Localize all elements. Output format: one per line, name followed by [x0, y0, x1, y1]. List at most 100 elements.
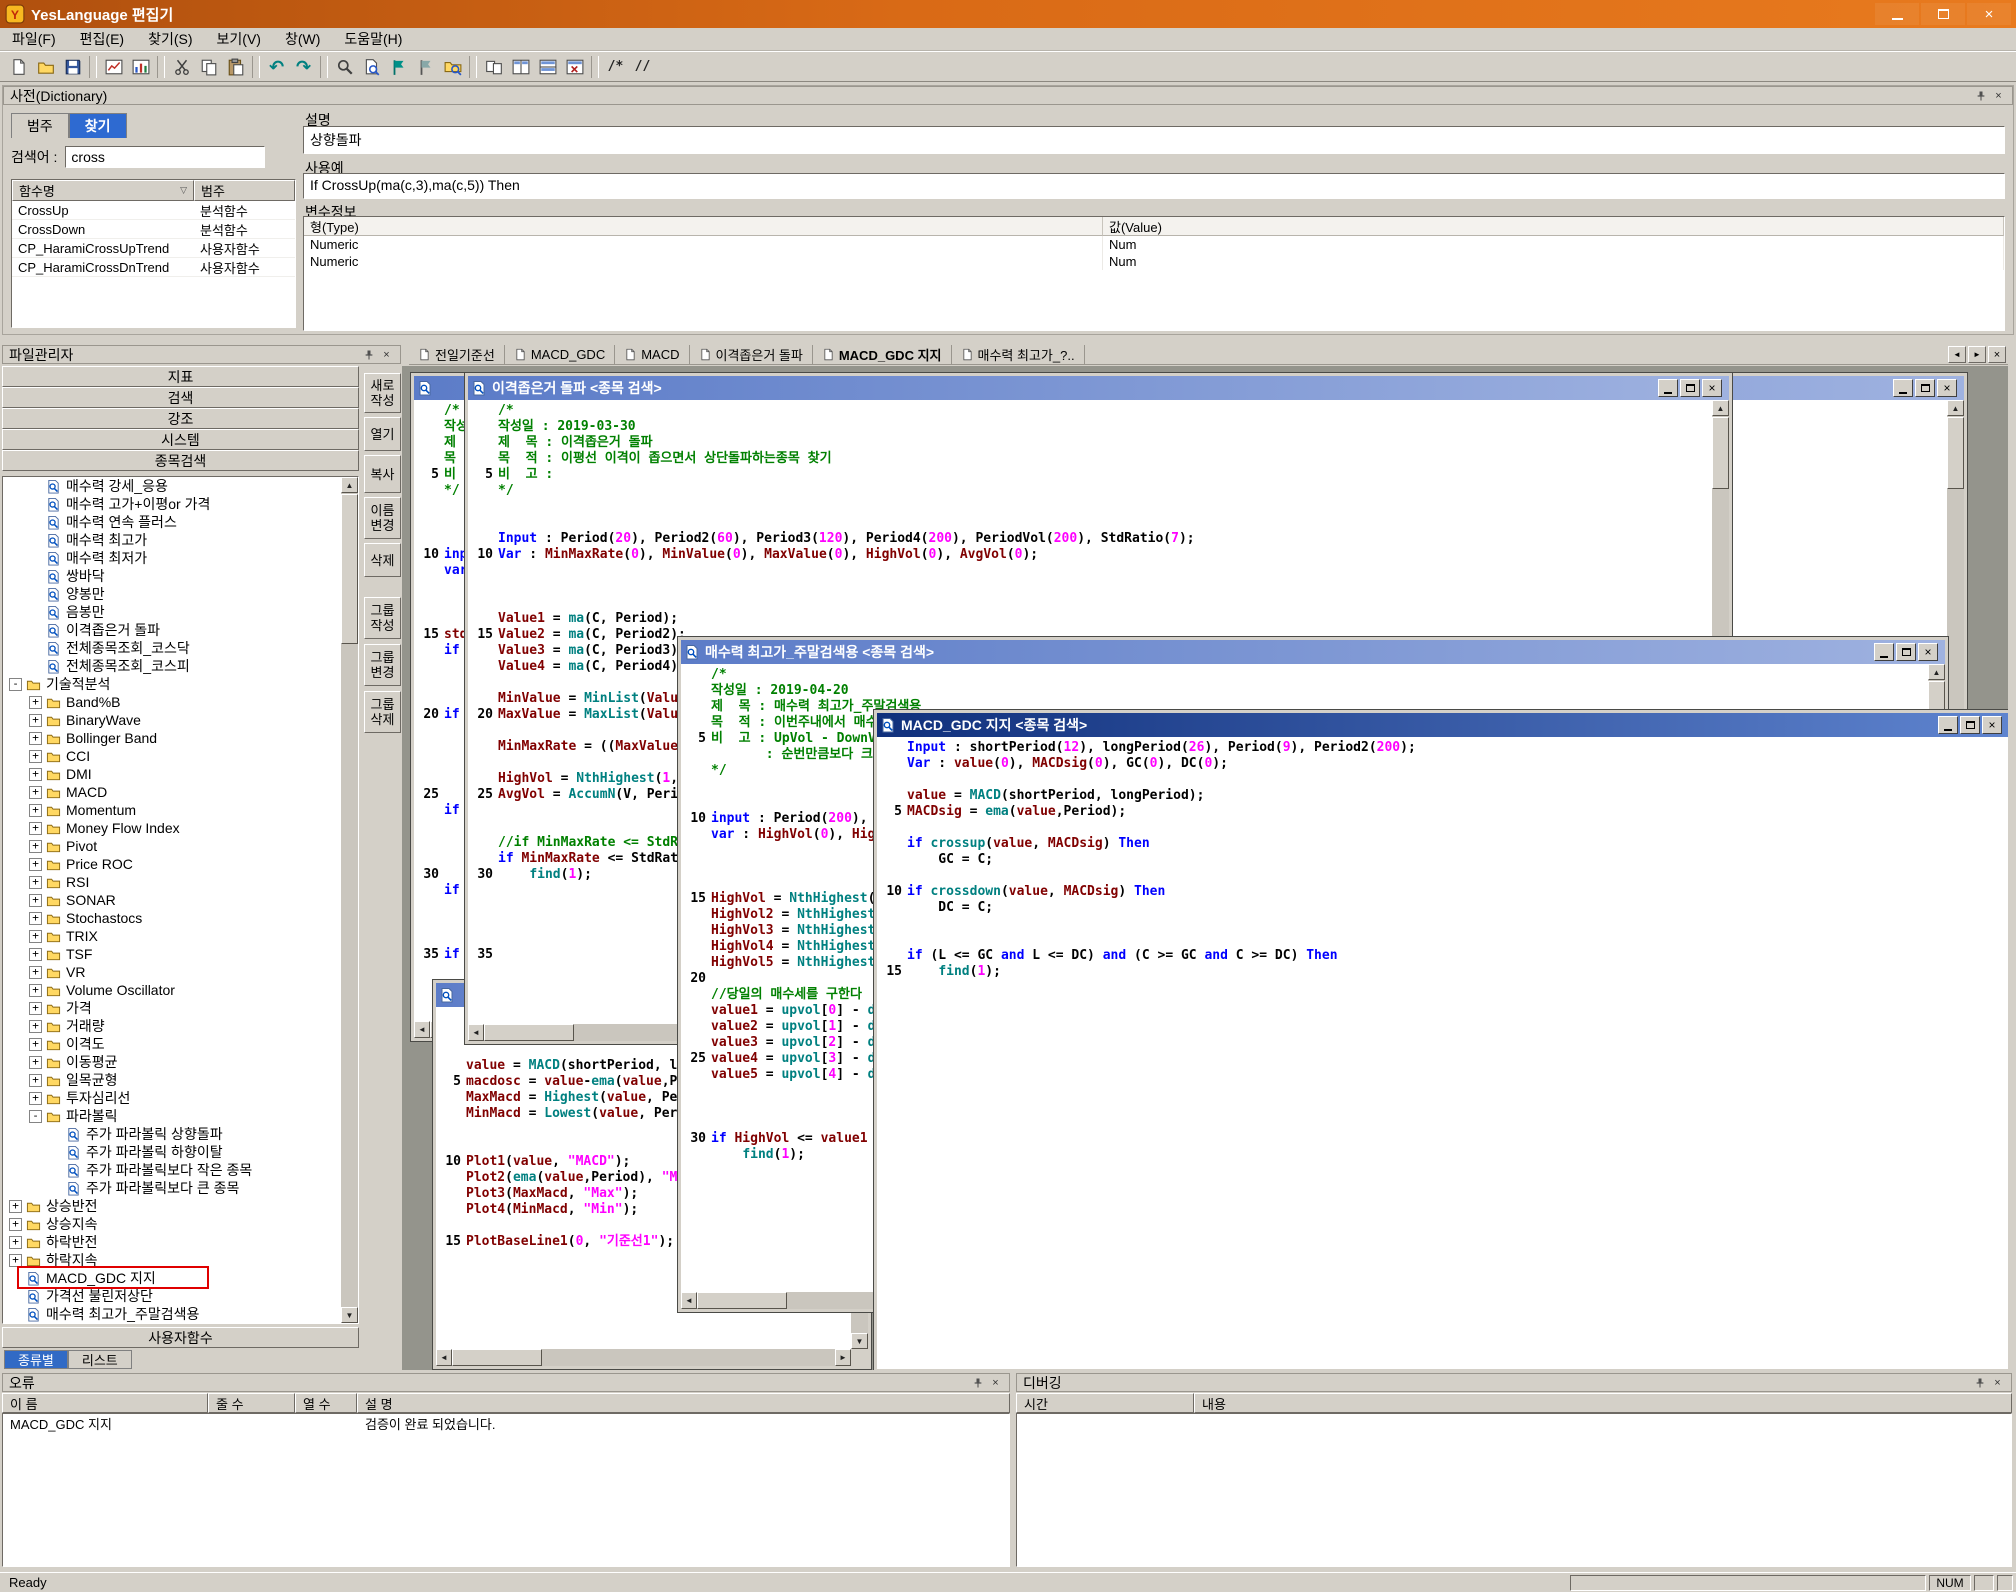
expand-icon[interactable]: + [29, 858, 42, 871]
tree-item[interactable]: +DMI [3, 765, 358, 783]
bookmark-next-icon[interactable] [412, 54, 439, 80]
tree-item[interactable]: +일목균형 [3, 1071, 358, 1089]
scroll-up-icon[interactable]: ▲ [341, 477, 358, 493]
doc-tab-전일기준선[interactable]: 전일기준선 [409, 345, 505, 365]
title-bar[interactable]: Y YesLanguage 편집기 × [0, 0, 2016, 28]
pin-icon[interactable] [1973, 89, 1988, 103]
menu-item[interactable]: 찾기(S) [136, 28, 204, 51]
tree-item[interactable]: 쌍바닥 [3, 567, 358, 585]
scroll-up-icon[interactable]: ▲ [1928, 664, 1945, 680]
expand-icon[interactable]: + [29, 696, 42, 709]
cut-icon[interactable] [168, 54, 195, 80]
scroll-left-icon[interactable]: ◄ [681, 1292, 697, 1309]
close-button[interactable]: × [1982, 716, 2002, 734]
comment-line-icon[interactable]: // [629, 54, 656, 80]
side-button-복사[interactable]: 복사 [364, 455, 401, 493]
minimize-button[interactable] [1874, 643, 1894, 661]
doc-tab-MACD[interactable]: MACD [615, 345, 689, 365]
find-in-files-icon[interactable] [439, 54, 466, 80]
tree-item[interactable]: +TSF [3, 945, 358, 963]
category-button-지표[interactable]: 지표 [2, 366, 359, 387]
minimize-button[interactable] [1938, 716, 1958, 734]
doc-tab-MACD_GDC[interactable]: MACD_GDC [505, 345, 615, 365]
doc-tab-이격좁은거 돌파[interactable]: 이격좁은거 돌파 [690, 345, 813, 365]
error-row[interactable]: MACD_GDC 지지검증이 완료 되었습니다. [3, 1414, 1009, 1432]
column-header[interactable]: 줄 수 [208, 1393, 295, 1413]
side-button-열기[interactable]: 열기 [364, 417, 401, 451]
expand-icon[interactable]: + [29, 1038, 42, 1051]
save-icon[interactable] [59, 54, 86, 80]
collapse-icon[interactable]: - [29, 1110, 42, 1123]
collapse-icon[interactable]: - [9, 678, 22, 691]
tab-close-icon[interactable]: × [1988, 346, 2006, 363]
side-button-그룹변경[interactable]: 그룹변경 [364, 644, 401, 686]
column-header[interactable]: 설 명 [357, 1393, 1010, 1413]
minimize-button[interactable] [1893, 379, 1913, 397]
menu-item[interactable]: 도움말(H) [332, 28, 414, 51]
expand-icon[interactable]: + [29, 876, 42, 889]
scroll-thumb[interactable] [484, 1024, 574, 1041]
expand-icon[interactable]: + [9, 1218, 22, 1231]
tree-item[interactable]: +Price ROC [3, 855, 358, 873]
tree-item[interactable]: +Volume Oscillator [3, 981, 358, 999]
expand-icon[interactable]: + [29, 714, 42, 727]
tree-item[interactable]: +Momentum [3, 801, 358, 819]
side-button-그룹작성[interactable]: 그룹작성 [364, 597, 401, 639]
expand-icon[interactable]: + [29, 1020, 42, 1033]
expand-icon[interactable]: + [29, 804, 42, 817]
tree-item[interactable]: +Pivot [3, 837, 358, 855]
scroll-down-icon[interactable]: ▼ [341, 1307, 358, 1323]
expand-icon[interactable]: + [29, 1092, 42, 1105]
undo-icon[interactable]: ↶ [263, 54, 290, 80]
find-in-document-icon[interactable] [358, 54, 385, 80]
expand-icon[interactable]: + [29, 732, 42, 745]
bookmark-icon[interactable] [385, 54, 412, 80]
tree-item[interactable]: +BinaryWave [3, 711, 358, 729]
code-editor[interactable]: Input : shortPeriod(12), longPeriod(26),… [877, 737, 2008, 1369]
mdi-window-titlebar[interactable]: 이격좁은거 돌파 <종목 검색>× [468, 376, 1729, 400]
scroll-right-icon[interactable]: ► [835, 1349, 851, 1366]
expand-icon[interactable]: + [29, 984, 42, 997]
function-row[interactable]: CrossUp분석함수 [12, 201, 295, 220]
tree-item[interactable]: 음봉만 [3, 603, 358, 621]
tile-horizontal-icon[interactable] [507, 54, 534, 80]
expand-icon[interactable]: + [29, 912, 42, 925]
minimize-button[interactable] [1875, 3, 1919, 25]
close-icon[interactable]: × [1991, 89, 2006, 103]
tree-scrollbar[interactable]: ▲▼ [341, 477, 358, 1323]
column-header[interactable]: 시간 [1016, 1393, 1194, 1413]
tile-vertical-icon[interactable] [534, 54, 561, 80]
category-button-시스템[interactable]: 시스템 [2, 429, 359, 450]
scroll-thumb[interactable] [1947, 417, 1964, 489]
mdi-window-titlebar[interactable]: 매수력 최고가_주말검색용 <종목 검색>× [681, 640, 1945, 664]
horizontal-scrollbar[interactable]: ◄► [436, 1349, 851, 1366]
scroll-thumb[interactable] [341, 494, 358, 644]
restore-button[interactable] [1896, 643, 1916, 661]
expand-icon[interactable]: + [29, 1002, 42, 1015]
tree-item[interactable]: +이동평균 [3, 1053, 358, 1071]
tree-item[interactable]: +SONAR [3, 891, 358, 909]
menu-item[interactable]: 파일(F) [0, 28, 68, 51]
tree-item[interactable]: +RSI [3, 873, 358, 891]
tree-item[interactable]: +거래량 [3, 1017, 358, 1035]
tree-item[interactable]: 이격좁은거 돌파 [3, 621, 358, 639]
expand-icon[interactable]: + [9, 1236, 22, 1249]
menu-item[interactable]: 편집(E) [68, 28, 136, 51]
side-button-삭제[interactable]: 삭제 [364, 543, 401, 577]
tree-item[interactable]: +가격 [3, 999, 358, 1017]
tree-item[interactable]: +하락반전 [3, 1233, 358, 1251]
tree-item[interactable]: +MACD [3, 783, 358, 801]
close-button[interactable]: × [1918, 643, 1938, 661]
column-header[interactable]: 내용 [1194, 1393, 2012, 1413]
tree-item[interactable]: +이격도 [3, 1035, 358, 1053]
chart-editor-icon[interactable] [127, 54, 154, 80]
expand-icon[interactable]: + [29, 786, 42, 799]
scroll-thumb[interactable] [1712, 417, 1729, 489]
tree-item[interactable]: 매수력 연속 플러스 [3, 513, 358, 531]
scroll-up-icon[interactable]: ▲ [1712, 400, 1729, 416]
expand-icon[interactable]: + [29, 768, 42, 781]
search-input[interactable] [65, 146, 265, 168]
bottom-tab-리스트[interactable]: 리스트 [68, 1350, 132, 1369]
restore-button[interactable] [1680, 379, 1700, 397]
side-button-이름변경[interactable]: 이름변경 [364, 497, 401, 539]
